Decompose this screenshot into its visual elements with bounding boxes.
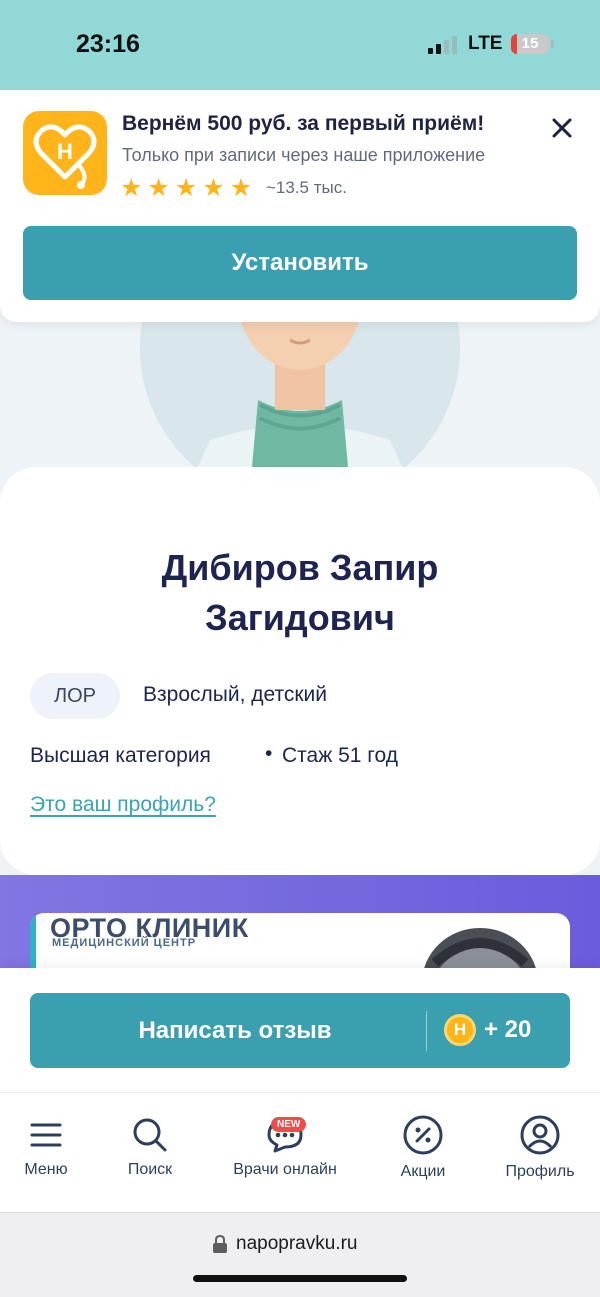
nav-item-menu[interactable]: Меню	[10, 1093, 82, 1213]
doctor-experience: Стаж 51 год	[282, 744, 398, 767]
search-icon	[133, 1118, 167, 1152]
menu-icon	[30, 1123, 62, 1147]
review-bar: Написать отзыв Н + 20	[0, 968, 600, 1092]
app-logo-icon[interactable]: Н	[23, 111, 107, 195]
app-install-banner: Н Вернём 500 руб. за первый приём! Тольк…	[0, 90, 600, 322]
coin-icon: Н	[444, 1014, 476, 1046]
browser-url-bar[interactable]: napopravku.ru	[0, 1212, 600, 1297]
percent-icon	[403, 1115, 443, 1155]
status-bar: 23:16 LTE 15	[0, 0, 600, 90]
star-icon: ★	[174, 174, 198, 202]
new-badge: NEW	[271, 1117, 307, 1132]
nav-item-promotions[interactable]: Акции	[387, 1093, 459, 1213]
lock-icon	[213, 1234, 227, 1253]
nav-item-doctors-online[interactable]: NEW Врачи онлайн	[225, 1093, 345, 1213]
battery-level: 15	[521, 35, 539, 52]
url-text[interactable]: napopravku.ru	[236, 1233, 357, 1255]
clinic-subtitle: МЕДИЦИНСКИЙ ЦЕНТР	[52, 937, 197, 949]
doctor-profile-card: Дибиров Запир Загидович ЛОР Взрослый, де…	[0, 467, 600, 875]
clinic-promo-section: ОРТО КЛИНИК МЕДИЦИНСКИЙ ЦЕНТР	[0, 875, 600, 983]
star-icon: ★	[202, 174, 225, 202]
nav-label-doctors-online: Врачи онлайн	[233, 1161, 337, 1178]
nav-label-search: Поиск	[127, 1161, 173, 1178]
age-groups: Взрослый, детский	[143, 683, 328, 706]
user-icon	[520, 1115, 560, 1155]
status-time: 23:16	[76, 30, 140, 58]
separator-dot: •	[265, 742, 273, 765]
banner-title: Вернём 500 руб. за первый приём!	[122, 112, 485, 135]
banner-subtitle: Только при записи через наше приложение	[122, 145, 486, 165]
claim-profile-link[interactable]: Это ваш профиль?	[30, 793, 216, 817]
home-indicator[interactable]	[193, 1275, 407, 1282]
network-type: LTE	[468, 33, 503, 54]
close-icon[interactable]	[548, 114, 576, 142]
write-review-label: Написать отзыв	[138, 1016, 332, 1044]
nav-label-profile: Профиль	[505, 1163, 575, 1180]
write-review-button[interactable]: Написать отзыв Н + 20	[30, 993, 570, 1068]
battery-tip	[551, 40, 554, 48]
nav-label-promotions: Акции	[400, 1163, 446, 1180]
rating-count: ~13.5 тыс.	[266, 178, 347, 197]
star-icon: ★	[229, 174, 253, 202]
battery-icon: 15	[511, 34, 549, 54]
specialty-badge[interactable]: ЛОР	[30, 673, 120, 719]
star-icon: ★	[147, 174, 170, 202]
bottom-nav: Меню Поиск NEW Врачи онлайн Акции Профил…	[0, 1092, 600, 1212]
install-button[interactable]: Установить	[23, 226, 577, 300]
doctor-category: Высшая категория	[30, 744, 211, 767]
rating-stars: ★ ★ ★ ★ ★	[120, 176, 252, 201]
review-bonus: + 20	[484, 1016, 532, 1043]
svg-text:Н: Н	[57, 139, 73, 164]
nav-item-profile[interactable]: Профиль	[500, 1093, 580, 1213]
signal-icon	[428, 34, 458, 54]
doctor-name: Дибиров Запир Загидович	[161, 547, 439, 638]
star-icon: ★	[120, 174, 143, 202]
nav-label-menu: Меню	[24, 1161, 68, 1178]
nav-item-search[interactable]: Поиск	[114, 1093, 186, 1213]
review-divider	[426, 1011, 427, 1051]
